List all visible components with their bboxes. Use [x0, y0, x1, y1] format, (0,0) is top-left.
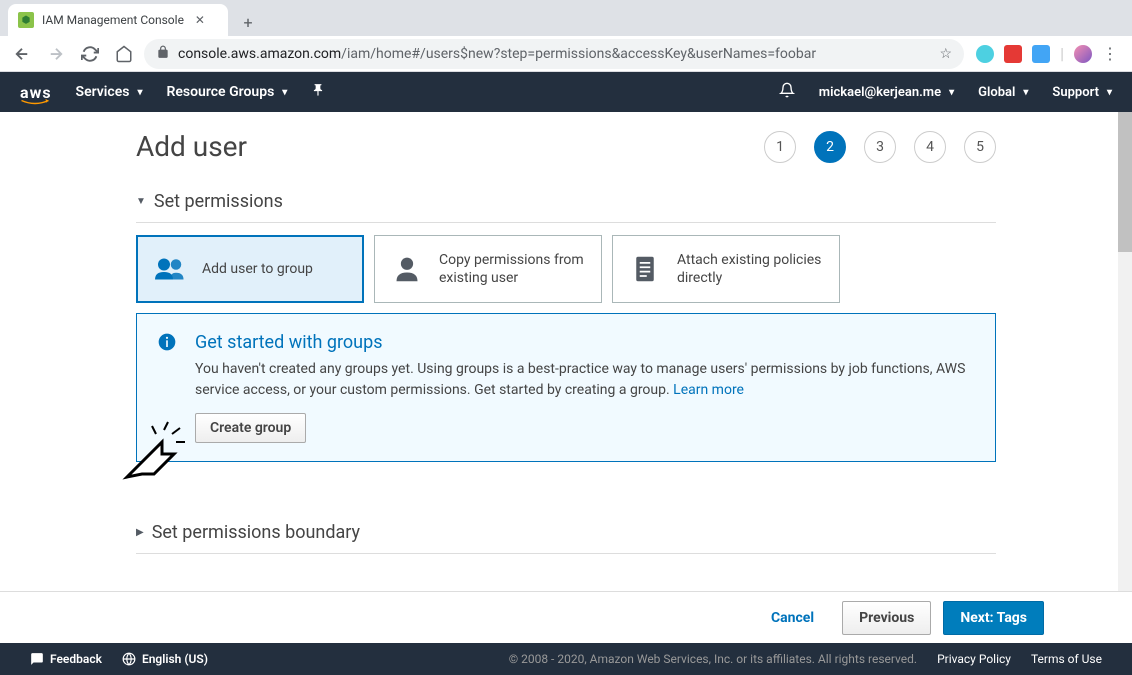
permission-options: Add user to group Copy permissions from … — [136, 235, 996, 303]
group-icon — [152, 255, 188, 283]
section-title-text: Set permissions boundary — [152, 522, 360, 543]
step-4[interactable]: 4 — [914, 131, 946, 163]
star-icon[interactable]: ☆ — [940, 46, 953, 62]
option-attach-policies[interactable]: Attach existing policies directly — [612, 235, 840, 303]
set-permissions-boundary-header[interactable]: ▶ Set permissions boundary — [136, 522, 996, 554]
option-copy-permissions[interactable]: Copy permissions from existing user — [374, 235, 602, 303]
close-icon[interactable]: ✕ — [192, 12, 208, 28]
terms-link[interactable]: Terms of Use — [1031, 652, 1102, 666]
info-icon — [157, 332, 177, 443]
language-selector[interactable]: English (US) — [122, 652, 208, 666]
info-box: Get started with groups You haven't crea… — [136, 313, 996, 462]
section-title-text: Set permissions — [154, 191, 283, 212]
forward-button[interactable] — [42, 40, 70, 68]
extension-icon[interactable] — [976, 45, 994, 63]
aws-logo[interactable]: aws — [20, 83, 52, 102]
back-button[interactable] — [8, 40, 36, 68]
option-label: Attach existing policies directly — [677, 251, 825, 287]
account-menu[interactable]: mickael@kerjean.me — [819, 85, 954, 100]
info-body: You haven't created any groups yet. Usin… — [195, 359, 975, 401]
home-button[interactable] — [110, 40, 138, 68]
step-2[interactable]: 2 — [814, 131, 846, 163]
step-3[interactable]: 3 — [864, 131, 896, 163]
new-tab-button[interactable]: + — [234, 8, 262, 36]
set-permissions-header[interactable]: ▼ Set permissions — [136, 191, 996, 223]
create-group-button[interactable]: Create group — [195, 413, 306, 443]
aws-top-nav: aws Services Resource Groups mickael@ker… — [0, 72, 1132, 112]
reload-button[interactable] — [76, 40, 104, 68]
cancel-button[interactable]: Cancel — [755, 602, 830, 634]
divider: | — [1060, 44, 1064, 63]
scrollbar[interactable]: ▾ — [1118, 112, 1132, 591]
document-icon — [627, 255, 663, 283]
favicon-icon: ⬢ — [18, 12, 34, 28]
wizard-steps: 1 2 3 4 5 — [764, 131, 996, 163]
previous-button[interactable]: Previous — [842, 601, 931, 635]
browser-toolbar: console.aws.amazon.com/iam/home#/users$n… — [0, 36, 1132, 72]
menu-icon[interactable]: ⋮ — [1102, 44, 1118, 63]
action-bar: Cancel Previous Next: Tags — [0, 591, 1132, 643]
browser-chrome: ⬢ IAM Management Console ✕ + console.aws… — [0, 0, 1132, 72]
resource-groups-menu[interactable]: Resource Groups — [166, 84, 287, 100]
extension-icons: | ⋮ — [970, 44, 1124, 63]
chevron-right-icon: ▶ — [136, 527, 144, 538]
lock-icon — [156, 45, 170, 63]
url-text: console.aws.amazon.com/iam/home#/users$n… — [178, 46, 932, 62]
extension-icon[interactable] — [1032, 45, 1050, 63]
footer: Feedback English (US) © 2008 - 2020, Ama… — [0, 643, 1132, 675]
main-content: Add user 1 2 3 4 5 ▼ Set permissions Add… — [0, 112, 1132, 591]
tab-strip: ⬢ IAM Management Console ✕ + — [0, 0, 1132, 36]
services-menu[interactable]: Services — [76, 84, 143, 100]
extension-icon[interactable] — [1004, 45, 1022, 63]
bell-icon[interactable] — [779, 82, 795, 102]
info-heading: Get started with groups — [195, 332, 975, 353]
page-title: Add user — [136, 130, 247, 163]
tab-title: IAM Management Console — [42, 13, 184, 27]
privacy-link[interactable]: Privacy Policy — [937, 652, 1011, 666]
browser-tab[interactable]: ⬢ IAM Management Console ✕ — [8, 4, 228, 36]
scrollbar-thumb[interactable] — [1118, 112, 1132, 252]
next-button[interactable]: Next: Tags — [943, 601, 1044, 635]
user-icon — [389, 255, 425, 283]
pin-icon[interactable] — [311, 83, 325, 101]
option-label: Add user to group — [202, 260, 313, 278]
region-menu[interactable]: Global — [978, 85, 1028, 100]
step-5[interactable]: 5 — [964, 131, 996, 163]
copyright-text: © 2008 - 2020, Amazon Web Services, Inc.… — [509, 652, 917, 666]
option-label: Copy permissions from existing user — [439, 251, 587, 287]
step-1[interactable]: 1 — [764, 131, 796, 163]
chevron-down-icon: ▼ — [136, 196, 146, 207]
support-menu[interactable]: Support — [1052, 85, 1112, 100]
address-bar[interactable]: console.aws.amazon.com/iam/home#/users$n… — [144, 39, 964, 69]
learn-more-link[interactable]: Learn more — [673, 382, 744, 398]
feedback-link[interactable]: Feedback — [30, 652, 102, 666]
avatar-icon[interactable] — [1074, 45, 1092, 63]
option-add-to-group[interactable]: Add user to group — [136, 235, 364, 303]
